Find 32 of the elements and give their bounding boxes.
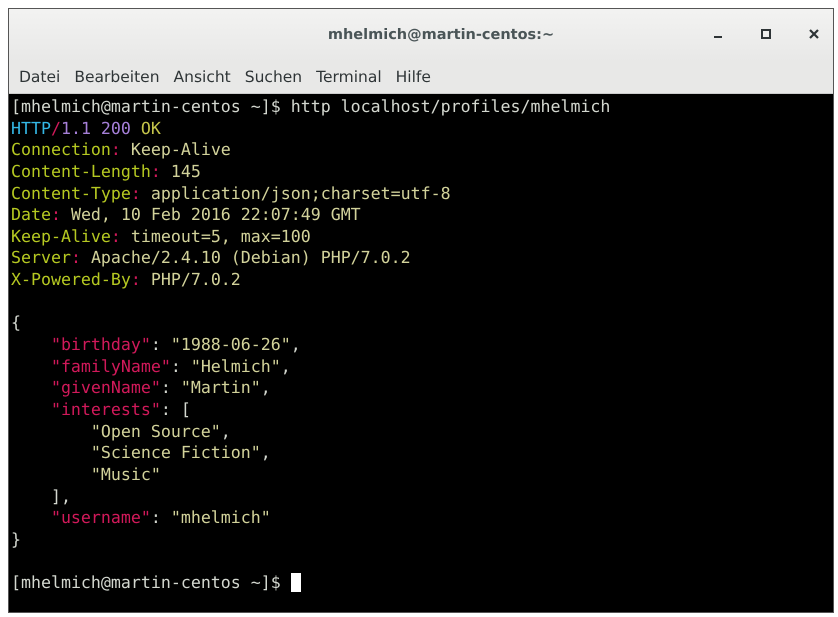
menu-item[interactable]: Ansicht <box>174 68 231 86</box>
terminal-line: Content-Type: application/json;charset=utf-8 <box>11 182 451 204</box>
terminal-line: Server: Apache/2.4.10 (Debian) PHP/7.0.2 <box>11 247 411 270</box>
terminal-line: "interests": [ <box>50 398 191 421</box>
terminal-line: [mhelmich@martin-centos ~]$ http localhost/profiles/mhelmich <box>11 96 610 118</box>
menu-item[interactable]: Suchen <box>244 68 302 86</box>
terminal-line: "Science Fiction", <box>90 442 271 464</box>
menu-item[interactable]: Bearbeiten <box>74 68 160 86</box>
terminal-line: Date: Wed, 10 Feb 2016 22:07:49 GMT <box>11 204 361 226</box>
terminal-line: HTTP/1.1 200 OK <box>11 118 161 140</box>
maximize-icon <box>761 29 771 39</box>
terminal-line: "Open Source", <box>90 420 231 442</box>
terminal-line: X-Powered-By: PHP/7.0.2 <box>11 269 241 291</box>
terminal-line: "username": "mhelmich" <box>50 507 271 529</box>
terminal-line: "familyName": "Helmich", <box>50 356 291 378</box>
menu-item[interactable]: Terminal <box>316 68 382 86</box>
terminal-line: { <box>11 312 21 334</box>
terminal-line: ], <box>50 486 71 508</box>
text-cursor <box>290 573 301 592</box>
shell-prompt: [mhelmich@martin-centos ~]$ <box>11 572 282 594</box>
terminal-line: Connection: Keep-Alive <box>11 139 231 161</box>
terminal-line: Keep-Alive: timeout=5, max=100 <box>11 226 311 248</box>
menu-item[interactable]: Datei <box>19 68 60 86</box>
terminal-line: "givenName": "Martin", <box>50 377 271 399</box>
terminal-line: Content-Length: 145 <box>11 160 201 183</box>
terminal-line: } <box>11 528 21 550</box>
minimize-icon <box>714 36 722 38</box>
terminal-line: "Music" <box>90 464 161 486</box>
window-title: mhelmich@martin-centos:~ <box>328 26 554 42</box>
menu-item[interactable]: Hilfe <box>396 68 431 86</box>
terminal-line: "birthday": "1988-06-26", <box>50 334 301 356</box>
close-icon <box>808 28 820 40</box>
